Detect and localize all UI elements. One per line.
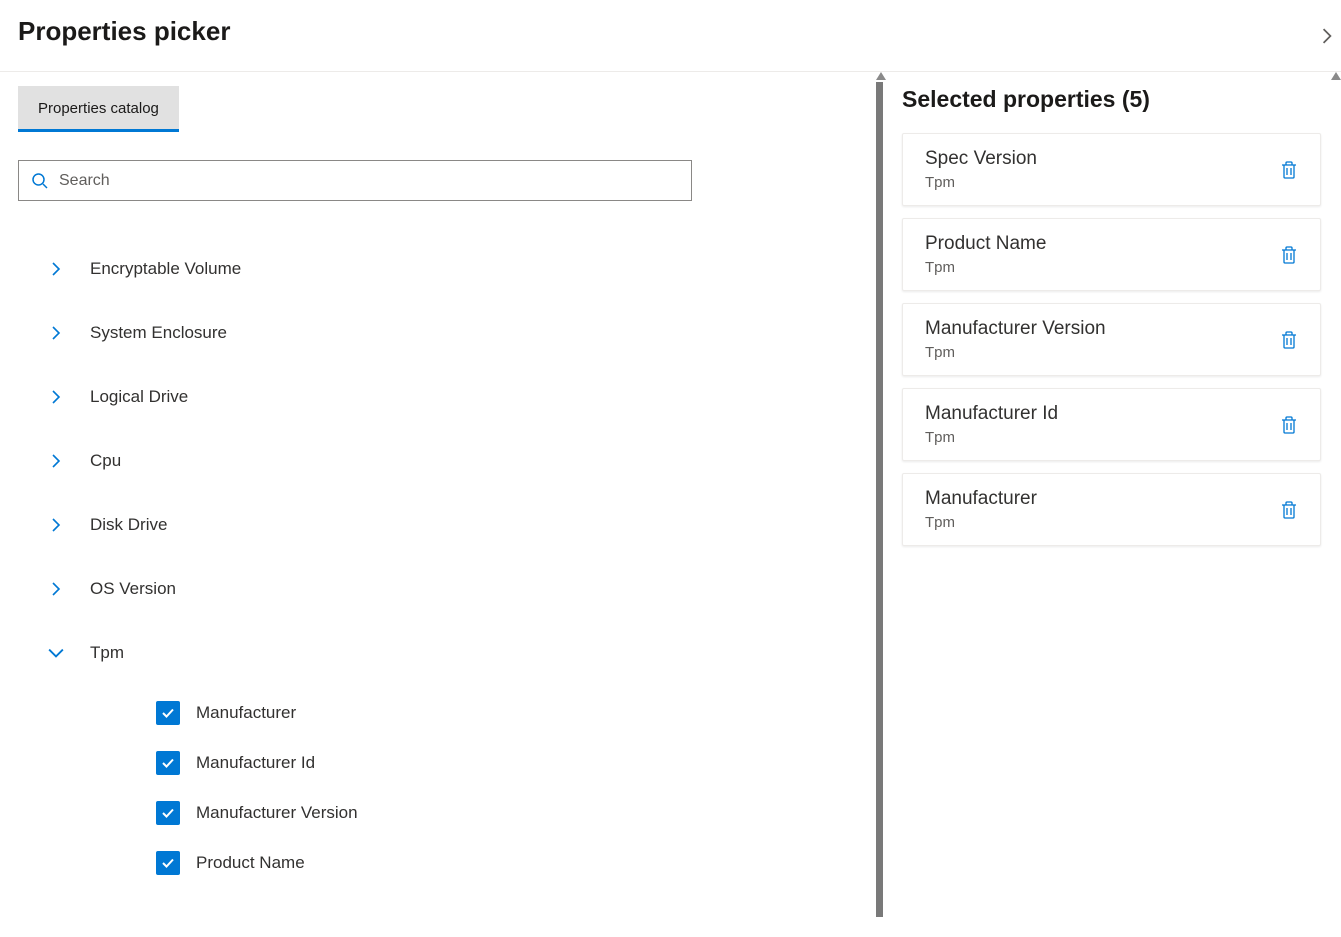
selected-card-spec-version[interactable]: Spec Version Tpm [902, 133, 1321, 206]
card-subtitle: Tpm [925, 174, 1037, 191]
chevron-right-icon [38, 518, 74, 532]
card-title: Product Name [925, 233, 1046, 255]
selected-panel: Selected properties (5) Spec Version Tpm… [884, 72, 1341, 907]
chevron-right-icon [38, 262, 74, 276]
selected-title: Selected properties (5) [902, 86, 1321, 113]
dialog-header: Properties picker [0, 0, 1341, 71]
card-subtitle: Tpm [925, 344, 1106, 361]
card-title: Spec Version [925, 148, 1037, 170]
checkbox-product-name[interactable]: Product Name [156, 843, 884, 883]
card-text: Manufacturer Tpm [925, 488, 1037, 531]
chevron-down-icon [38, 647, 74, 659]
chevron-right-icon [38, 390, 74, 404]
card-title: Manufacturer Version [925, 318, 1106, 340]
checkbox-checked-icon [156, 851, 180, 875]
tree-item-cpu[interactable]: Cpu [38, 437, 884, 485]
chevron-right-icon [38, 326, 74, 340]
trash-icon [1280, 245, 1298, 265]
checkbox-label: Manufacturer [196, 703, 296, 723]
tree-item-system-enclosure[interactable]: System Enclosure [38, 309, 884, 357]
dialog-title: Properties picker [18, 16, 1323, 47]
tree-item-label: Cpu [90, 451, 121, 471]
tree-item-tpm[interactable]: Tpm [38, 629, 884, 677]
card-title: Manufacturer [925, 488, 1037, 510]
trash-icon [1280, 330, 1298, 350]
tree-item-disk-drive[interactable]: Disk Drive [38, 501, 884, 549]
card-text: Spec Version Tpm [925, 148, 1037, 191]
checkbox-manufacturer-id[interactable]: Manufacturer Id [156, 743, 884, 783]
scroll-up-arrow-icon [1331, 72, 1341, 80]
scrollbar-left[interactable] [876, 72, 884, 907]
close-button[interactable] [1317, 26, 1337, 46]
checkbox-manufacturer-version[interactable]: Manufacturer Version [156, 793, 884, 833]
card-subtitle: Tpm [925, 514, 1037, 531]
tree-item-logical-drive[interactable]: Logical Drive [38, 373, 884, 421]
search-icon [31, 172, 49, 190]
checkbox-checked-icon [156, 801, 180, 825]
delete-button[interactable] [1276, 156, 1302, 184]
card-text: Manufacturer Id Tpm [925, 403, 1058, 446]
delete-button[interactable] [1276, 326, 1302, 354]
chevron-right-icon [38, 454, 74, 468]
tree-children-tpm: Manufacturer Manufacturer Id Manufacture… [156, 693, 884, 883]
tree-item-encryptable-volume[interactable]: Encryptable Volume [38, 245, 884, 293]
card-text: Product Name Tpm [925, 233, 1046, 276]
selected-card-product-name[interactable]: Product Name Tpm [902, 218, 1321, 291]
chevron-right-icon [1322, 28, 1332, 44]
catalog-panel: Properties catalog Encryptable Volume Sy… [0, 72, 884, 907]
delete-button[interactable] [1276, 241, 1302, 269]
trash-icon [1280, 500, 1298, 520]
tree-item-label: Tpm [90, 643, 124, 663]
tree-item-label: Logical Drive [90, 387, 188, 407]
scroll-thumb[interactable] [876, 82, 883, 917]
selected-card-manufacturer-id[interactable]: Manufacturer Id Tpm [902, 388, 1321, 461]
card-text: Manufacturer Version Tpm [925, 318, 1106, 361]
checkbox-checked-icon [156, 701, 180, 725]
scrollbar-right[interactable] [1331, 72, 1341, 80]
search-input[interactable] [59, 172, 679, 190]
content-area: Properties catalog Encryptable Volume Sy… [0, 72, 1341, 907]
selected-card-manufacturer-version[interactable]: Manufacturer Version Tpm [902, 303, 1321, 376]
card-title: Manufacturer Id [925, 403, 1058, 425]
checkbox-checked-icon [156, 751, 180, 775]
tree-item-label: OS Version [90, 579, 176, 599]
checkbox-manufacturer[interactable]: Manufacturer [156, 693, 884, 733]
delete-button[interactable] [1276, 496, 1302, 524]
delete-button[interactable] [1276, 411, 1302, 439]
checkbox-label: Product Name [196, 853, 305, 873]
chevron-right-icon [38, 582, 74, 596]
tab-properties-catalog[interactable]: Properties catalog [18, 86, 179, 132]
tree-item-label: Disk Drive [90, 515, 167, 535]
search-box[interactable] [18, 160, 692, 201]
card-subtitle: Tpm [925, 259, 1046, 276]
tree-item-os-version[interactable]: OS Version [38, 565, 884, 613]
tree-item-label: System Enclosure [90, 323, 227, 343]
trash-icon [1280, 415, 1298, 435]
selected-card-manufacturer[interactable]: Manufacturer Tpm [902, 473, 1321, 546]
checkbox-label: Manufacturer Version [196, 803, 358, 823]
card-subtitle: Tpm [925, 429, 1058, 446]
tree-item-label: Encryptable Volume [90, 259, 241, 279]
checkbox-label: Manufacturer Id [196, 753, 315, 773]
properties-tree: Encryptable Volume System Enclosure Logi… [18, 245, 884, 883]
trash-icon [1280, 160, 1298, 180]
